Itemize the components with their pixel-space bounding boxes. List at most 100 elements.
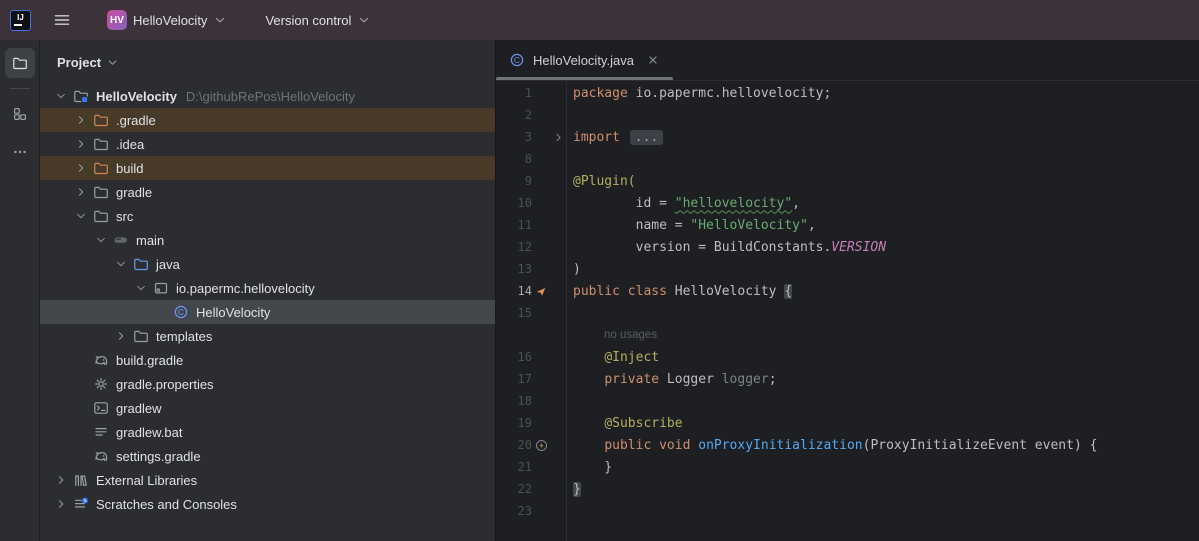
class-icon: C bbox=[172, 303, 190, 321]
rail-button-project-tool[interactable] bbox=[5, 48, 35, 78]
code-line-12[interactable]: 12 version = BuildConstants.VERSION bbox=[496, 236, 1199, 258]
code-line-text[interactable]: import ... bbox=[566, 126, 663, 148]
vcs-widget[interactable]: Version control bbox=[257, 5, 379, 35]
code-line-13[interactable]: 13) bbox=[496, 258, 1199, 280]
usages-inlay-hint[interactable]: no usages bbox=[604, 329, 657, 341]
code-line-19[interactable]: 19 @Subscribe bbox=[496, 412, 1199, 434]
tab-label: HelloVelocity.java bbox=[533, 53, 634, 68]
line-number: 10 bbox=[496, 196, 532, 210]
tree-row-hellovelocity[interactable]: HelloVelocityD:\githubRePos\HelloVelocit… bbox=[40, 84, 495, 108]
rail-button-more[interactable] bbox=[5, 137, 35, 167]
tree-row-build[interactable]: build bbox=[40, 156, 495, 180]
project-badge: HV bbox=[107, 10, 127, 30]
tree-row-java[interactable]: java bbox=[40, 252, 495, 276]
code-line-text[interactable]: id = "hellovelocity", bbox=[566, 192, 800, 214]
tree-row-templates[interactable]: templates bbox=[40, 324, 495, 348]
chevron-right-icon[interactable] bbox=[53, 496, 69, 512]
code-line-text[interactable]: package io.papermc.hellovelocity; bbox=[566, 82, 831, 104]
chevron-down-icon[interactable] bbox=[113, 256, 129, 272]
code-line-text[interactable]: @Inject bbox=[566, 346, 659, 368]
chevron-right-icon[interactable] bbox=[73, 136, 89, 152]
code-token: @Inject bbox=[604, 350, 659, 365]
code-line-text[interactable]: name = "HelloVelocity", bbox=[566, 214, 816, 236]
tree-row-gradlew-bat[interactable]: gradlew.bat bbox=[40, 420, 495, 444]
tree-row-gradle[interactable]: gradle bbox=[40, 180, 495, 204]
tree-row-io-papermc-hellovelocity[interactable]: io.papermc.hellovelocity bbox=[40, 276, 495, 300]
tree-row-settings-gradle[interactable]: settings.gradle bbox=[40, 444, 495, 468]
tree-row-gradle-properties[interactable]: gradle.properties bbox=[40, 372, 495, 396]
code-line-text[interactable]: } bbox=[566, 456, 612, 478]
subscribe-icon[interactable] bbox=[535, 439, 548, 452]
chevron-right-icon[interactable] bbox=[73, 184, 89, 200]
fold-chevron-icon[interactable] bbox=[550, 132, 566, 143]
chevron-down-icon[interactable] bbox=[133, 280, 149, 296]
code-line-20[interactable]: 20 public void onProxyInitialization(Pro… bbox=[496, 434, 1199, 456]
tree-row-src[interactable]: src bbox=[40, 204, 495, 228]
project-widget[interactable]: HV HelloVelocity bbox=[99, 5, 235, 35]
code-inlay-hint-row[interactable]: no usages bbox=[496, 324, 1199, 346]
line-number: 12 bbox=[496, 240, 532, 254]
tree-row-build-gradle[interactable]: build.gradle bbox=[40, 348, 495, 372]
package-icon bbox=[152, 279, 170, 297]
code-line-17[interactable]: 17 private Logger logger; bbox=[496, 368, 1199, 390]
gutter-separator bbox=[566, 81, 567, 541]
code-line-text[interactable]: @Plugin( bbox=[566, 170, 636, 192]
code-line-9[interactable]: 9@Plugin( bbox=[496, 170, 1199, 192]
tree-row--gradle[interactable]: .gradle bbox=[40, 108, 495, 132]
rail-button-structure[interactable] bbox=[5, 99, 35, 129]
chevron-right-icon[interactable] bbox=[73, 160, 89, 176]
code-editor[interactable]: 1package io.papermc.hellovelocity;23impo… bbox=[496, 81, 1199, 541]
chevron-right-icon[interactable] bbox=[73, 112, 89, 128]
code-token: @Plugin( bbox=[573, 174, 636, 189]
chevron-down-icon[interactable] bbox=[73, 208, 89, 224]
tree-row-gradlew[interactable]: gradlew bbox=[40, 396, 495, 420]
tab-hellovelocity-java[interactable]: C HelloVelocity.java bbox=[496, 40, 673, 80]
tree-row-hellovelocity[interactable]: CHelloVelocity bbox=[40, 300, 495, 324]
code-line-text[interactable]: public void onProxyInitialization(ProxyI… bbox=[566, 434, 1097, 456]
main-menu-button[interactable] bbox=[45, 5, 79, 35]
code-line-15[interactable]: 15 bbox=[496, 302, 1199, 324]
tree-row--idea[interactable]: .idea bbox=[40, 132, 495, 156]
code-line-text[interactable] bbox=[566, 500, 573, 522]
code-line-text[interactable]: private Logger logger; bbox=[566, 368, 777, 390]
code-line-text[interactable] bbox=[566, 390, 573, 412]
tree-row-scratches-and-consoles[interactable]: Scratches and Consoles bbox=[40, 492, 495, 516]
code-line-text[interactable] bbox=[566, 104, 573, 126]
tree-row-main[interactable]: main bbox=[40, 228, 495, 252]
code-line-23[interactable]: 23 bbox=[496, 500, 1199, 522]
code-line-text[interactable]: } bbox=[566, 478, 581, 500]
velocity-plugin-icon[interactable] bbox=[535, 285, 547, 297]
close-icon[interactable] bbox=[646, 53, 660, 67]
code-line-text[interactable]: ) bbox=[566, 258, 581, 280]
code-line-10[interactable]: 10 id = "hellovelocity", bbox=[496, 192, 1199, 214]
code-token bbox=[620, 284, 628, 299]
code-line-text[interactable] bbox=[566, 148, 573, 170]
code-line-text[interactable]: @Subscribe bbox=[566, 412, 683, 434]
code-line-18[interactable]: 18 bbox=[496, 390, 1199, 412]
code-line-2[interactable]: 2 bbox=[496, 104, 1199, 126]
code-line-22[interactable]: 22} bbox=[496, 478, 1199, 500]
chevron-down-icon[interactable] bbox=[53, 88, 69, 104]
project-panel-header[interactable]: Project bbox=[40, 40, 495, 84]
line-number: 21 bbox=[496, 460, 532, 474]
code-token bbox=[573, 416, 604, 431]
code-line-11[interactable]: 11 name = "HelloVelocity", bbox=[496, 214, 1199, 236]
chevron-right-icon[interactable] bbox=[113, 328, 129, 344]
chevron-right-icon[interactable] bbox=[53, 472, 69, 488]
gutter-icon-slot[interactable] bbox=[532, 285, 550, 297]
tree-row-external-libraries[interactable]: External Libraries bbox=[40, 468, 495, 492]
code-line-3[interactable]: 3import ... bbox=[496, 126, 1199, 148]
code-line-text[interactable]: public class HelloVelocity { bbox=[566, 280, 792, 302]
code-line-21[interactable]: 21 } bbox=[496, 456, 1199, 478]
source-root-main-icon bbox=[112, 231, 130, 249]
code-line-8[interactable]: 8 bbox=[496, 148, 1199, 170]
code-line-text[interactable] bbox=[566, 302, 573, 324]
code-token: } bbox=[573, 460, 612, 475]
gutter-icon-slot[interactable] bbox=[532, 439, 550, 452]
code-line-text[interactable]: version = BuildConstants.VERSION bbox=[566, 236, 886, 258]
code-token: (ProxyInitializeEvent event) { bbox=[863, 438, 1098, 453]
code-line-14[interactable]: 14public class HelloVelocity { bbox=[496, 280, 1199, 302]
code-line-1[interactable]: 1package io.papermc.hellovelocity; bbox=[496, 82, 1199, 104]
chevron-down-icon[interactable] bbox=[93, 232, 109, 248]
code-line-16[interactable]: 16 @Inject bbox=[496, 346, 1199, 368]
